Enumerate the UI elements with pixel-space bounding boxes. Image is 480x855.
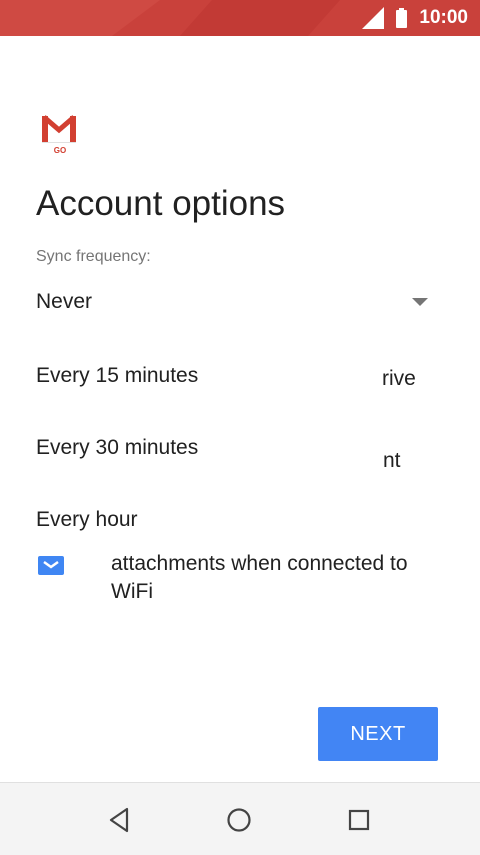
recent-apps-button[interactable] bbox=[342, 803, 376, 837]
sync-frequency-selected[interactable]: Never bbox=[36, 290, 92, 314]
dropdown-option-15-minutes[interactable]: Every 15 minutes bbox=[36, 364, 209, 388]
dropdown-arrow-icon[interactable] bbox=[412, 298, 428, 306]
dropdown-option-30-minutes[interactable]: Every 30 minutes bbox=[36, 436, 209, 460]
navigation-bar bbox=[0, 782, 480, 855]
logo-text: GO bbox=[54, 146, 66, 155]
background-text: rive bbox=[382, 367, 416, 390]
gmail-go-logo: GO bbox=[41, 115, 77, 155]
sync-frequency-label: Sync frequency: bbox=[36, 248, 151, 265]
status-bar: 10:00 bbox=[0, 0, 480, 36]
home-circle-icon bbox=[227, 808, 251, 832]
recent-apps-square-icon bbox=[348, 809, 370, 831]
background-text: nt bbox=[383, 449, 401, 472]
status-bar-shade bbox=[0, 0, 160, 36]
dropdown-option-every-hour[interactable]: Every hour bbox=[36, 508, 148, 532]
wifi-attachments-checkbox[interactable] bbox=[38, 556, 64, 575]
status-clock: 10:00 bbox=[419, 7, 468, 28]
check-icon bbox=[43, 560, 59, 569]
status-bar-shade bbox=[180, 0, 340, 36]
home-button[interactable] bbox=[222, 803, 256, 837]
next-button[interactable]: NEXT bbox=[318, 707, 438, 761]
back-button[interactable] bbox=[102, 803, 136, 837]
back-triangle-icon bbox=[109, 807, 129, 833]
wifi-attachments-label: attachments when connected to WiFi bbox=[111, 552, 408, 603]
battery-icon bbox=[396, 8, 408, 28]
status-icons: 10:00 bbox=[362, 0, 468, 36]
cell-signal-icon bbox=[362, 7, 385, 29]
page-title: Account options bbox=[36, 184, 286, 223]
